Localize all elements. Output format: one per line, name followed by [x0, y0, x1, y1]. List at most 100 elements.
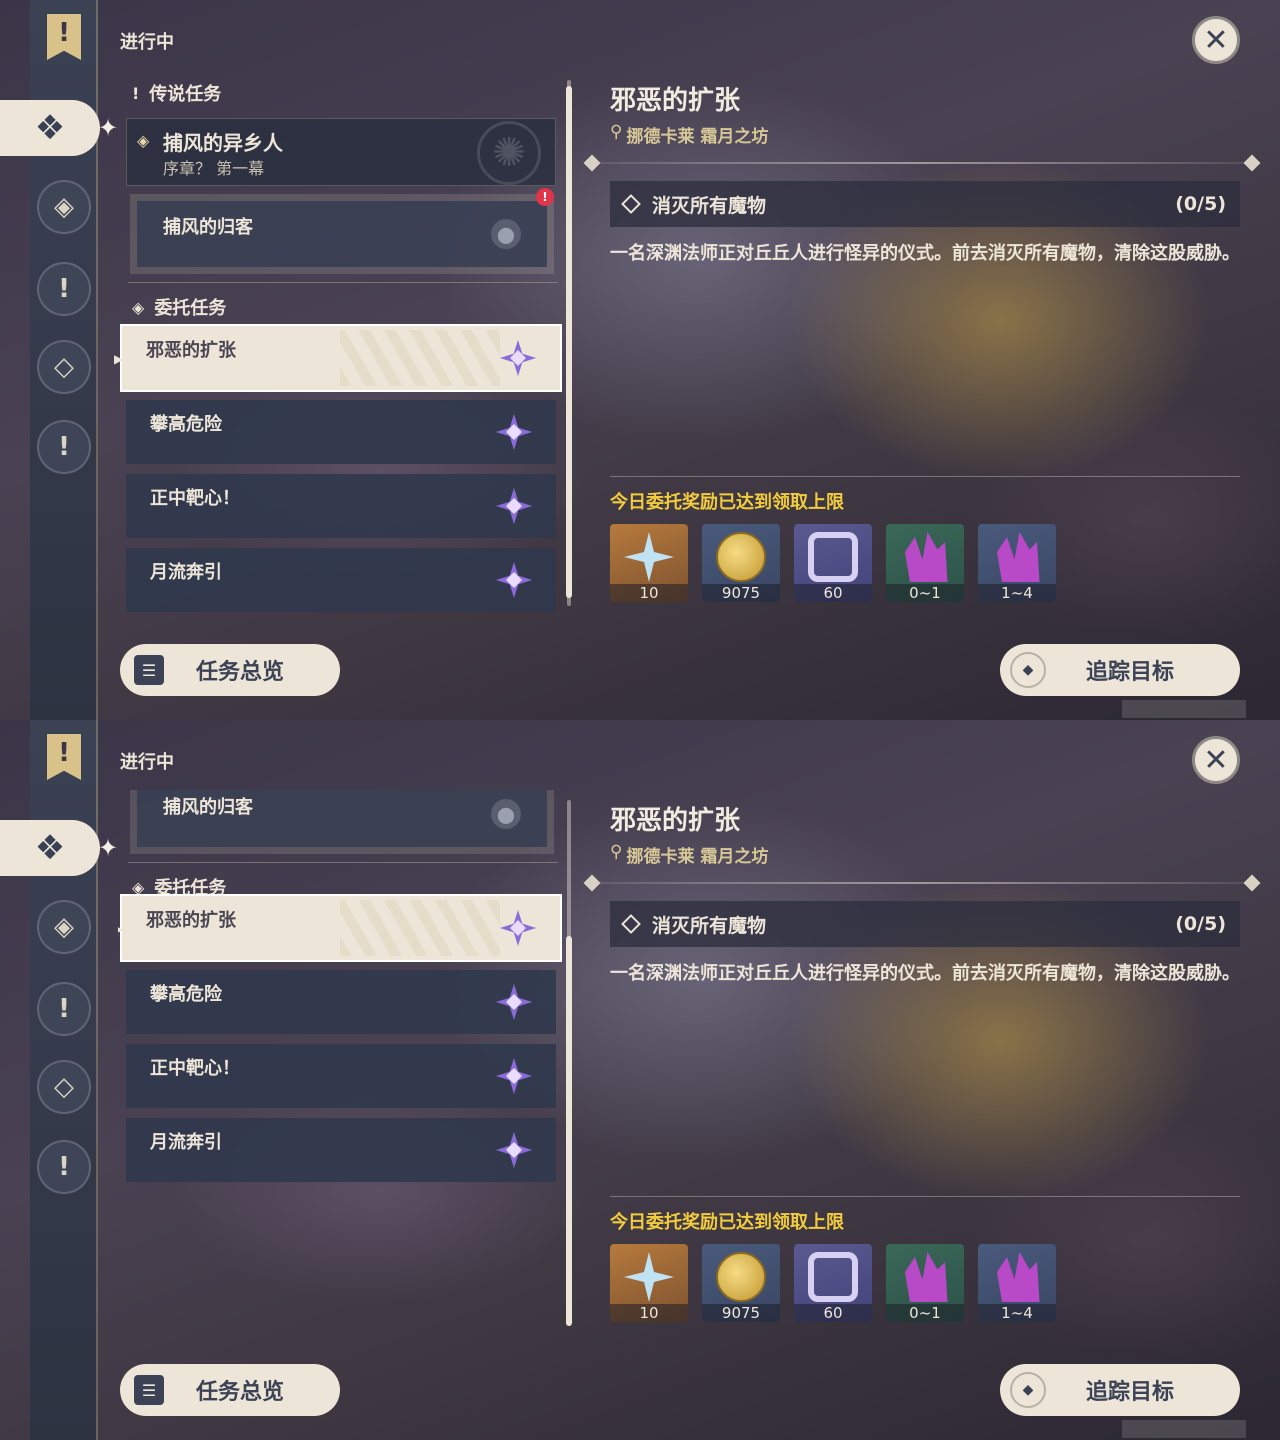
- commission-gem-icon: [498, 908, 538, 948]
- primogem-icon: [624, 532, 674, 582]
- objective-text: 消灭所有魔物: [652, 194, 767, 217]
- quest-flag-icon[interactable]: !: [47, 734, 81, 780]
- quest-overview-button[interactable]: ☰ 任务总览: [120, 644, 340, 696]
- anemo-emblem-icon: ✺: [477, 121, 541, 185]
- quest-title: 捕风的异乡人: [163, 131, 283, 155]
- button-label: 任务总览: [196, 1380, 285, 1405]
- ornament-diamond-icon: [583, 874, 601, 892]
- section-title: 进行中: [120, 32, 174, 53]
- detail-title: 邪恶的扩张: [610, 86, 741, 116]
- location-pin-icon[interactable]: ⬤: [491, 799, 521, 829]
- tracked-diamond-icon: ◈: [137, 131, 150, 150]
- commission-item-selected[interactable]: ▶ 邪恶的扩张: [114, 324, 562, 392]
- crystal-icon: [905, 532, 948, 582]
- reward-limit-note: 今日委托奖励已达到领取上限: [610, 1212, 844, 1233]
- commission-item[interactable]: 攀高危险: [126, 970, 556, 1034]
- location-label: 挪德卡莱 霜月之坊: [626, 847, 769, 867]
- archon-quest-filter-icon[interactable]: ◈: [37, 900, 91, 954]
- reward-divider: [610, 476, 1240, 477]
- sparkle-icon: ✦: [98, 114, 119, 142]
- commission-filter-tab-active[interactable]: ❖: [0, 820, 100, 876]
- commission-filter-tab-active[interactable]: ❖: [0, 100, 100, 156]
- objective-diamond-icon: [621, 194, 641, 214]
- reward-mora[interactable]: 9075: [702, 1244, 780, 1322]
- quest-list[interactable]: 捕风的归客 ⬤ ◈ 委托任务 ▶ 邪恶的扩张 攀高危险 正中靶心！ 月流奔引: [118, 790, 578, 1335]
- bottom-bar: [1122, 700, 1246, 718]
- event-quest-filter-icon[interactable]: !: [37, 1140, 91, 1194]
- commission-label: 攀高危险: [150, 414, 222, 435]
- commission-label: 邪恶的扩张: [146, 340, 236, 361]
- commission-label: 月流奔引: [150, 562, 222, 583]
- archon-quest-filter-icon[interactable]: ◈: [37, 180, 91, 234]
- world-quest-filter-icon[interactable]: ◇: [37, 1060, 91, 1114]
- objective-text: 消灭所有魔物: [652, 914, 767, 937]
- subquest-label: 捕风的归客: [163, 797, 253, 818]
- location-label: 挪德卡莱 霜月之坊: [626, 127, 769, 147]
- quest-list[interactable]: ! 传说任务 ◈ 捕风的异乡人 序章？ 第一幕 ✺ 捕风的归客 ⬤ ! ◈ 委托…: [114, 70, 578, 615]
- reward-limit-note: 今日委托奖励已达到领取上限: [610, 492, 844, 513]
- location-pin-icon[interactable]: ⬤: [491, 219, 521, 249]
- close-icon[interactable]: ✕: [1192, 736, 1240, 784]
- subquest-item[interactable]: 捕风的归客 ⬤ !: [130, 188, 554, 274]
- reward-adventure-exp[interactable]: 60: [794, 524, 872, 602]
- commission-item-selected[interactable]: ▶ 邪恶的扩张: [118, 894, 562, 962]
- commission-gem-icon: [494, 412, 534, 452]
- objective-progress: (0/5): [1175, 193, 1226, 215]
- ornament-diamond-icon: [1243, 154, 1261, 172]
- track-target-button[interactable]: ◆ 追踪目标: [1000, 644, 1240, 696]
- commission-item[interactable]: 正中靶心！: [126, 1044, 556, 1108]
- location-pin-icon: ⚲: [610, 842, 623, 862]
- commission-gem-icon: [494, 560, 534, 600]
- reward-adventure-exp[interactable]: 60: [794, 1244, 872, 1322]
- primogem-icon: [624, 1252, 674, 1302]
- quest-flag-icon[interactable]: !: [47, 14, 81, 60]
- commission-item[interactable]: 攀高危险: [126, 400, 556, 464]
- exclaim-icon: !: [132, 83, 140, 103]
- reward-list: 10 9075 60 0~1 1~4: [610, 1244, 1056, 1322]
- mora-icon: [716, 532, 766, 582]
- button-label: 追踪目标: [1086, 1380, 1175, 1405]
- objective-row: 消灭所有魔物 (0/5): [610, 901, 1240, 947]
- reward-primogem[interactable]: 10: [610, 524, 688, 602]
- reward-crystal-large[interactable]: 1~4: [978, 1244, 1056, 1322]
- ornament-diamond-icon: [583, 154, 601, 172]
- scroll-thumb[interactable]: [566, 936, 572, 1326]
- crystal-icon: [997, 1252, 1040, 1302]
- commission-diamond-icon: ◈: [132, 297, 145, 317]
- reward-amount: 1~4: [978, 584, 1056, 602]
- commission-item[interactable]: 月流奔引: [126, 1118, 556, 1182]
- crystal-icon: [905, 1252, 948, 1302]
- archon-quest-header[interactable]: ◈ 捕风的异乡人 序章？ 第一幕 ✺: [126, 118, 556, 186]
- reward-list: 10 9075 60 0~1 1~4: [610, 524, 1056, 602]
- story-quest-filter-icon[interactable]: !: [37, 262, 91, 316]
- reward-crystal-large[interactable]: 1~4: [978, 524, 1056, 602]
- commission-label: 攀高危险: [150, 984, 222, 1005]
- track-target-button[interactable]: ◆ 追踪目标: [1000, 1364, 1240, 1416]
- button-label: 追踪目标: [1086, 660, 1175, 685]
- reward-crystal-small[interactable]: 0~1: [886, 524, 964, 602]
- world-quest-filter-icon[interactable]: ◇: [37, 340, 91, 394]
- reward-amount: 9075: [702, 584, 780, 602]
- track-diamond-icon: ◆: [1010, 652, 1046, 688]
- reward-mora[interactable]: 9075: [702, 524, 780, 602]
- close-icon[interactable]: ✕: [1192, 16, 1240, 64]
- commission-item[interactable]: 月流奔引: [126, 548, 556, 612]
- reward-primogem[interactable]: 10: [610, 1244, 688, 1322]
- commission-item[interactable]: 正中靶心！: [126, 474, 556, 538]
- divider: [128, 282, 558, 283]
- category-commission: ◈ 委托任务: [132, 294, 226, 320]
- divider: [128, 862, 558, 863]
- crystal-icon: [997, 532, 1040, 582]
- objective-diamond-icon: [621, 914, 641, 934]
- subquest-item[interactable]: 捕风的归客 ⬤: [130, 790, 554, 854]
- quest-overview-button[interactable]: ☰ 任务总览: [120, 1364, 340, 1416]
- story-quest-filter-icon[interactable]: !: [37, 982, 91, 1036]
- scroll-thumb[interactable]: [566, 86, 572, 598]
- category-label: 传说任务: [149, 84, 222, 105]
- event-quest-filter-icon[interactable]: !: [37, 420, 91, 474]
- reward-crystal-small[interactable]: 0~1: [886, 1244, 964, 1322]
- commission-label: 邪恶的扩张: [146, 910, 236, 931]
- commission-label: 月流奔引: [150, 1132, 222, 1153]
- reward-amount: 0~1: [886, 584, 964, 602]
- quest-panel-bottom: ! ◈ ! ◇ ! ❖ ✦ 进行中 捕风的归客 ⬤ ◈ 委托任务 ▶ 邪恶的扩张…: [0, 720, 1280, 1440]
